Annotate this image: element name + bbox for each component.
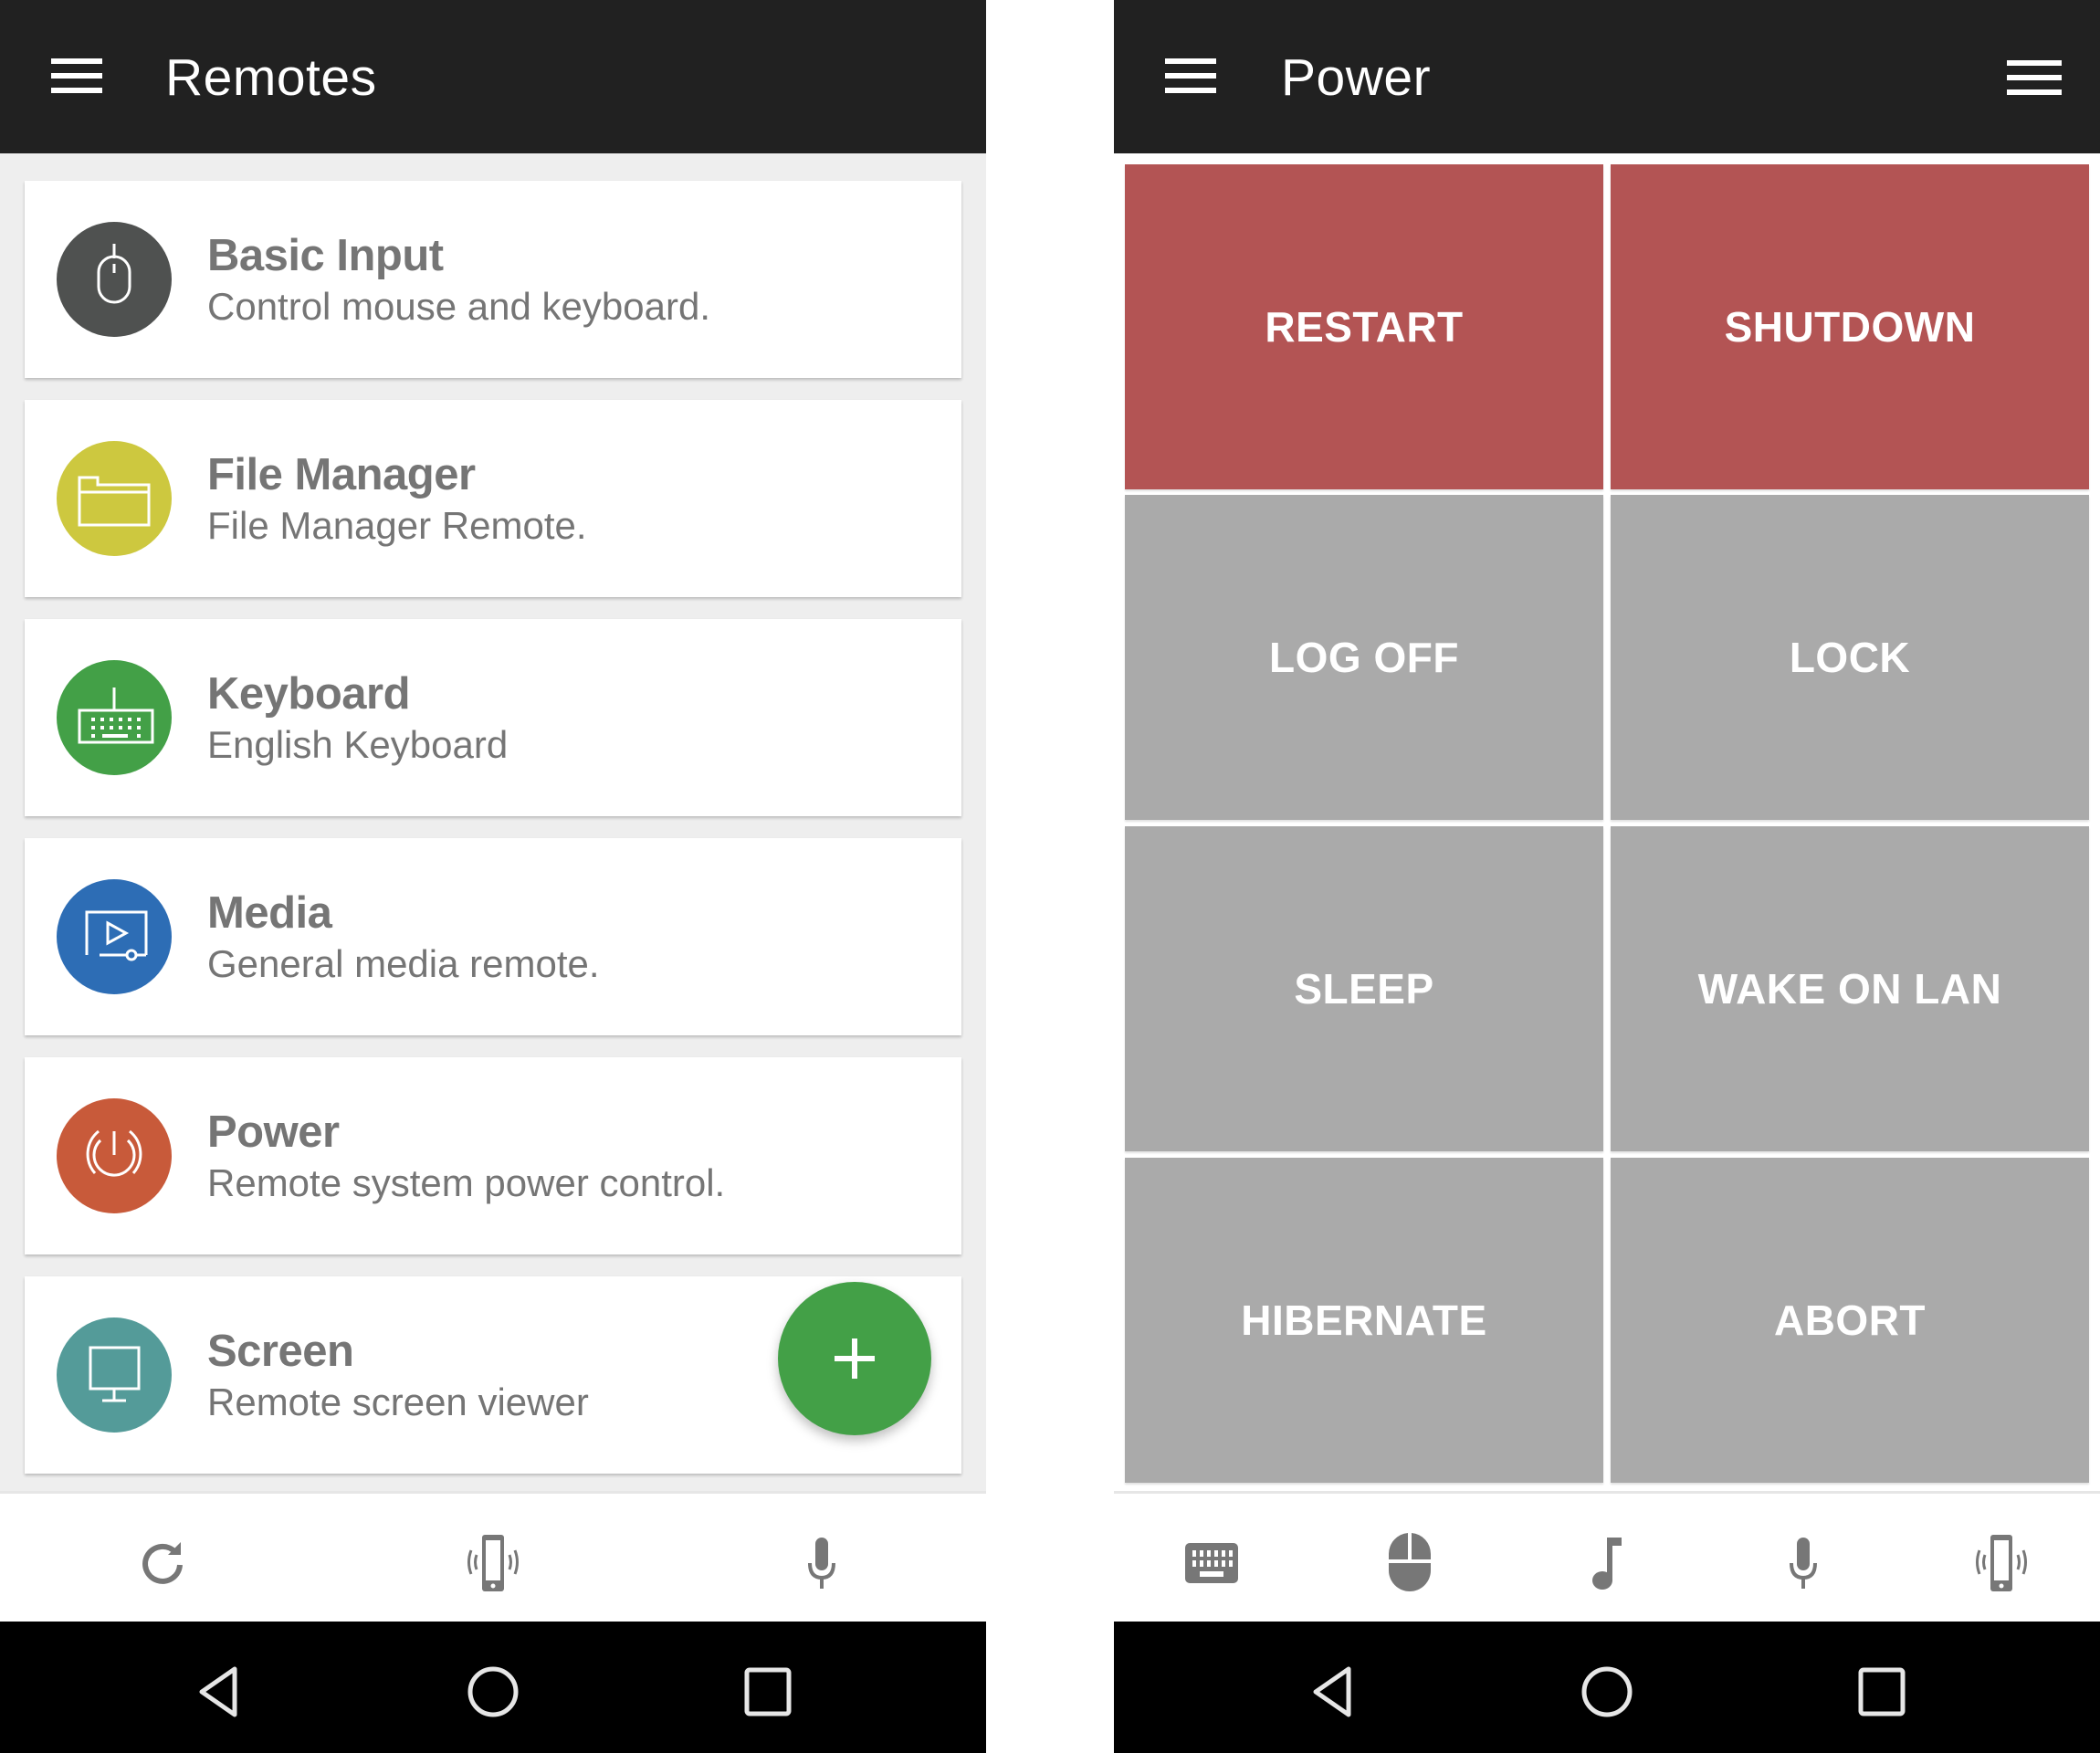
remote-title: Power xyxy=(207,1107,340,1157)
log-off-button[interactable]: LOG OFF xyxy=(1125,495,1603,820)
home-icon[interactable] xyxy=(1575,1660,1639,1724)
remotes-screen: Remotes Basic Input Control mouse and ke… xyxy=(0,0,986,1753)
keyboard-icon xyxy=(57,660,172,775)
microphone-icon[interactable] xyxy=(1771,1530,1835,1594)
mouse-icon xyxy=(57,222,172,337)
recents-icon[interactable] xyxy=(735,1660,799,1724)
button-label: WAKE ON LAN xyxy=(1697,965,2002,1013)
back-icon[interactable] xyxy=(187,1660,251,1724)
system-nav-bar xyxy=(0,1622,986,1753)
power-icon xyxy=(57,1098,172,1213)
microphone-icon[interactable] xyxy=(790,1530,854,1594)
page-title: Power xyxy=(1281,48,1432,107)
list-menu-icon[interactable] xyxy=(2007,60,2062,95)
system-nav-bar xyxy=(1114,1622,2100,1753)
hamburger-menu-icon[interactable] xyxy=(51,58,102,93)
keyboard-icon[interactable] xyxy=(1180,1530,1244,1594)
button-label: SHUTDOWN xyxy=(1724,303,1976,351)
remote-subtitle: English Keyboard xyxy=(207,723,509,766)
recents-icon[interactable] xyxy=(1849,1660,1913,1724)
button-label: HIBERNATE xyxy=(1241,1296,1487,1344)
monitor-icon xyxy=(57,1317,172,1433)
remote-subtitle: Control mouse and keyboard. xyxy=(207,285,710,328)
refresh-icon[interactable] xyxy=(131,1530,195,1594)
lock-button[interactable]: LOCK xyxy=(1611,495,2089,820)
home-icon[interactable] xyxy=(461,1660,525,1724)
remote-title: Media xyxy=(207,888,332,938)
remote-card-file-manager[interactable]: File Manager File Manager Remote. xyxy=(25,400,961,597)
app-bar: Power xyxy=(1114,0,2100,153)
bottom-toolbar xyxy=(0,1491,986,1622)
vibrate-phone-icon[interactable] xyxy=(1969,1530,2033,1594)
page-title: Remotes xyxy=(165,48,377,107)
shutdown-button[interactable]: SHUTDOWN xyxy=(1611,164,2089,489)
remote-card-basic-input[interactable]: Basic Input Control mouse and keyboard. xyxy=(25,181,961,378)
remote-title: Keyboard xyxy=(207,669,411,719)
remote-subtitle: Remote screen viewer xyxy=(207,1380,589,1423)
button-label: LOCK xyxy=(1789,634,1911,681)
remote-title: Screen xyxy=(207,1327,354,1376)
hibernate-button[interactable]: HIBERNATE xyxy=(1125,1158,1603,1483)
hamburger-menu-icon[interactable] xyxy=(1165,58,1216,93)
sleep-button[interactable]: SLEEP xyxy=(1125,826,1603,1151)
wake-on-lan-button[interactable]: WAKE ON LAN xyxy=(1611,826,2089,1151)
remote-subtitle: General media remote. xyxy=(207,942,600,985)
media-player-icon xyxy=(57,879,172,994)
bottom-toolbar xyxy=(1114,1491,2100,1622)
remote-title: Basic Input xyxy=(207,231,444,280)
button-label: LOG OFF xyxy=(1269,634,1459,681)
music-note-icon[interactable] xyxy=(1576,1530,1640,1594)
power-screen: Power RESTART SHUTDOWN LOG OFF LOCK SLEE… xyxy=(1114,0,2100,1753)
remote-subtitle: File Manager Remote. xyxy=(207,504,587,547)
remote-card-power[interactable]: Power Remote system power control. xyxy=(25,1057,961,1254)
remote-subtitle: Remote system power control. xyxy=(207,1161,726,1204)
vibrate-phone-icon[interactable] xyxy=(461,1530,525,1594)
remote-card-media[interactable]: Media General media remote. xyxy=(25,838,961,1035)
button-label: RESTART xyxy=(1265,303,1464,351)
app-bar: Remotes xyxy=(0,0,986,153)
mouse-icon[interactable] xyxy=(1378,1530,1442,1594)
folder-icon xyxy=(57,441,172,556)
add-remote-button[interactable] xyxy=(778,1282,931,1435)
remote-title: File Manager xyxy=(207,450,476,499)
back-icon[interactable] xyxy=(1301,1660,1365,1724)
abort-button[interactable]: ABORT xyxy=(1611,1158,2089,1483)
restart-button[interactable]: RESTART xyxy=(1125,164,1603,489)
button-label: ABORT xyxy=(1773,1296,1927,1344)
button-label: SLEEP xyxy=(1294,965,1434,1013)
remote-card-keyboard[interactable]: Keyboard English Keyboard xyxy=(25,619,961,816)
